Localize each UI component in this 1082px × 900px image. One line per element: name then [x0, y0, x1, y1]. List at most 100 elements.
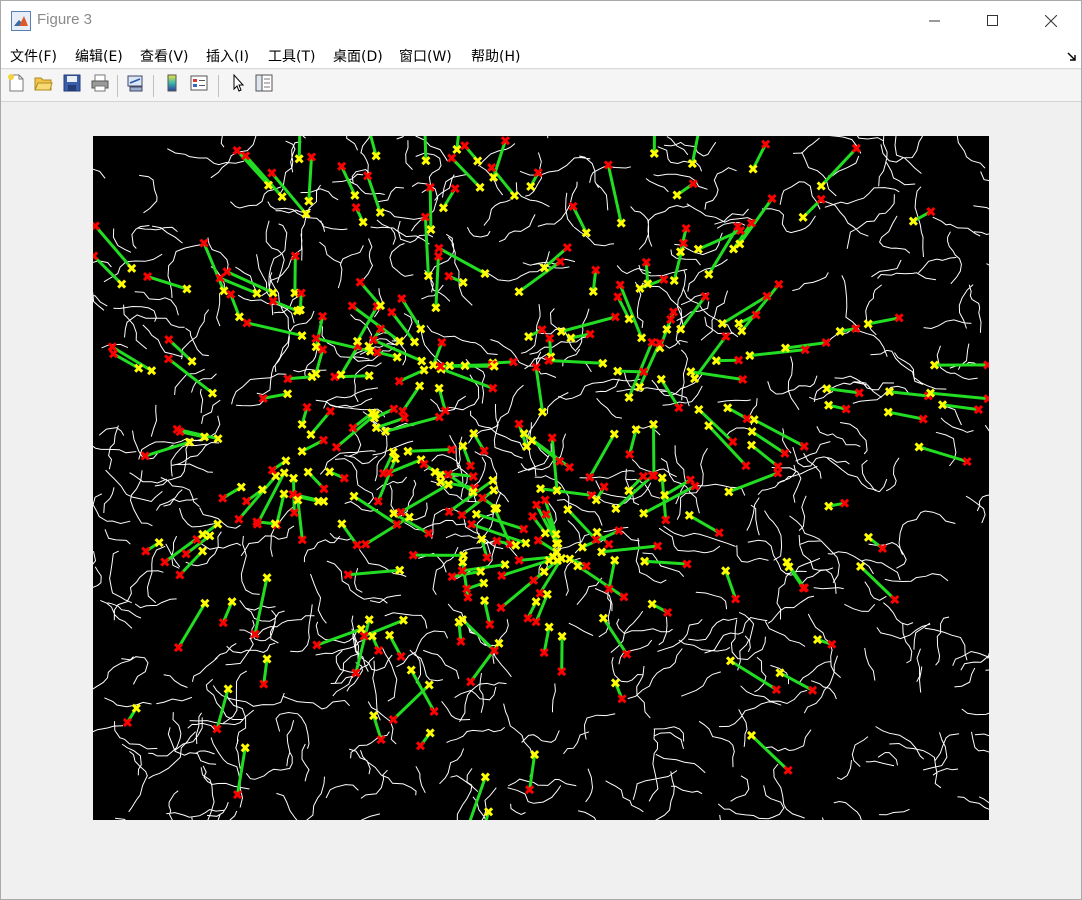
segment-end-marker: [93, 221, 100, 231]
toolbar-separator: [218, 75, 219, 97]
line-segment: [889, 390, 929, 398]
segment-end-marker: [460, 141, 470, 151]
menu-window[interactable]: 窗口(W): [399, 46, 452, 66]
line-segment: [750, 734, 790, 772]
segment-end-marker: [93, 251, 99, 261]
segment-start-marker: [704, 421, 714, 431]
menu-insert[interactable]: 插入(I): [206, 46, 249, 66]
line-segment: [147, 275, 188, 291]
save-figure-button[interactable]: [60, 73, 84, 97]
segment-start-marker: [271, 471, 281, 481]
segment-end-marker: [562, 242, 572, 253]
segment-end-marker: [267, 168, 277, 178]
edge-detection-image[interactable]: [93, 136, 989, 820]
link-plot-button[interactable]: [123, 73, 147, 97]
line-segment: [750, 444, 779, 468]
line-segment: [588, 433, 616, 479]
line-segment: [244, 154, 284, 198]
line-segment: [688, 514, 720, 534]
close-button[interactable]: [1023, 1, 1079, 41]
line-segment: [246, 321, 303, 338]
print-figure-button[interactable]: [88, 73, 112, 97]
segment-start-marker: [855, 561, 866, 572]
segment-start-marker: [277, 192, 287, 202]
segment-end-marker: [638, 471, 648, 481]
line-segment: [296, 499, 304, 540]
menu-desktop[interactable]: 桌面(D): [333, 46, 383, 66]
open-file-button[interactable]: [31, 73, 55, 97]
line-segment: [235, 149, 270, 187]
line-segment: [400, 483, 450, 514]
maximize-button[interactable]: [965, 1, 1021, 41]
segment-start-marker: [863, 532, 874, 542]
segment-start-marker: [746, 440, 757, 450]
link-plot-icon: [125, 73, 145, 97]
minimize-icon: [929, 12, 941, 31]
menu-bar: 文件(F) 编辑(E) 查看(V) 插入(I) 工具(T) 桌面(D) 窗口(W…: [1, 41, 1081, 69]
property-inspector-button[interactable]: [252, 73, 276, 97]
line-segment: [434, 256, 440, 308]
line-segment: [528, 754, 537, 790]
segment-end-marker: [773, 461, 783, 472]
edge-pixels: [93, 136, 989, 820]
line-segment: [576, 564, 625, 599]
pointer-arrow-icon: [228, 73, 248, 97]
edit-plot-button[interactable]: [226, 73, 250, 97]
line-segment: [407, 448, 452, 453]
segment-start-marker: [694, 405, 704, 415]
segment-start-marker: [563, 504, 573, 515]
line-segment: [177, 602, 207, 649]
line-segment: [253, 577, 269, 635]
segment-end-marker: [175, 570, 185, 580]
menu-help[interactable]: 帮助(H): [471, 46, 520, 66]
segment-start-marker: [798, 212, 808, 222]
segment-start-marker: [213, 519, 223, 529]
line-segment: [753, 418, 806, 448]
menu-tools[interactable]: 工具(T): [268, 46, 315, 66]
segment-end-marker: [783, 765, 793, 775]
figure-canvas[interactable]: [1, 103, 1081, 899]
line-segment: [314, 316, 325, 348]
line-segment: [440, 367, 494, 390]
menu-file[interactable]: 文件(F): [10, 46, 57, 66]
edge-contours: [93, 136, 989, 820]
segment-end-marker: [447, 153, 457, 163]
segment-start-marker: [187, 356, 197, 366]
line-segment: [690, 136, 700, 164]
folder-open-icon: [33, 73, 53, 97]
segment-end-marker: [331, 442, 342, 452]
segment-end-marker: [355, 277, 365, 287]
insert-legend-button[interactable]: [187, 73, 211, 97]
figure-window: Figure 3 文件(F) 编辑(E) 查看(V) 插入(I) 工具(T) 桌…: [0, 0, 1082, 900]
save-disk-icon: [62, 73, 82, 97]
dock-arrow-icon[interactable]: [1067, 48, 1077, 61]
segment-start-marker: [592, 527, 602, 537]
minimize-button[interactable]: [907, 1, 963, 41]
menu-view[interactable]: 查看(V): [140, 46, 189, 66]
close-icon: [1044, 12, 1058, 31]
segment-end-marker: [496, 603, 506, 613]
line-segment: [867, 316, 900, 326]
line-segment: [364, 515, 411, 546]
segment-end-marker: [528, 511, 538, 521]
line-segment: [409, 669, 436, 713]
title-bar[interactable]: Figure 3: [1, 1, 1081, 41]
toolbar-separator: [117, 75, 118, 97]
toolbar-separator: [153, 75, 154, 97]
line-segment: [581, 529, 620, 549]
segment-end-marker: [325, 406, 335, 416]
insert-colorbar-button[interactable]: [160, 73, 184, 97]
legend-icon: [189, 73, 209, 97]
line-segment: [729, 659, 778, 691]
line-segment: [617, 369, 644, 374]
line-segment: [540, 487, 592, 497]
line-segment: [475, 512, 525, 531]
segment-end-marker: [164, 334, 174, 345]
line-segment: [930, 391, 989, 401]
segment-start-marker: [816, 181, 826, 191]
line-segment: [724, 570, 738, 600]
new-figure-button[interactable]: [4, 73, 28, 97]
segment-start-marker: [127, 263, 137, 273]
line-segment: [548, 359, 603, 365]
menu-edit[interactable]: 编辑(E): [75, 46, 123, 66]
